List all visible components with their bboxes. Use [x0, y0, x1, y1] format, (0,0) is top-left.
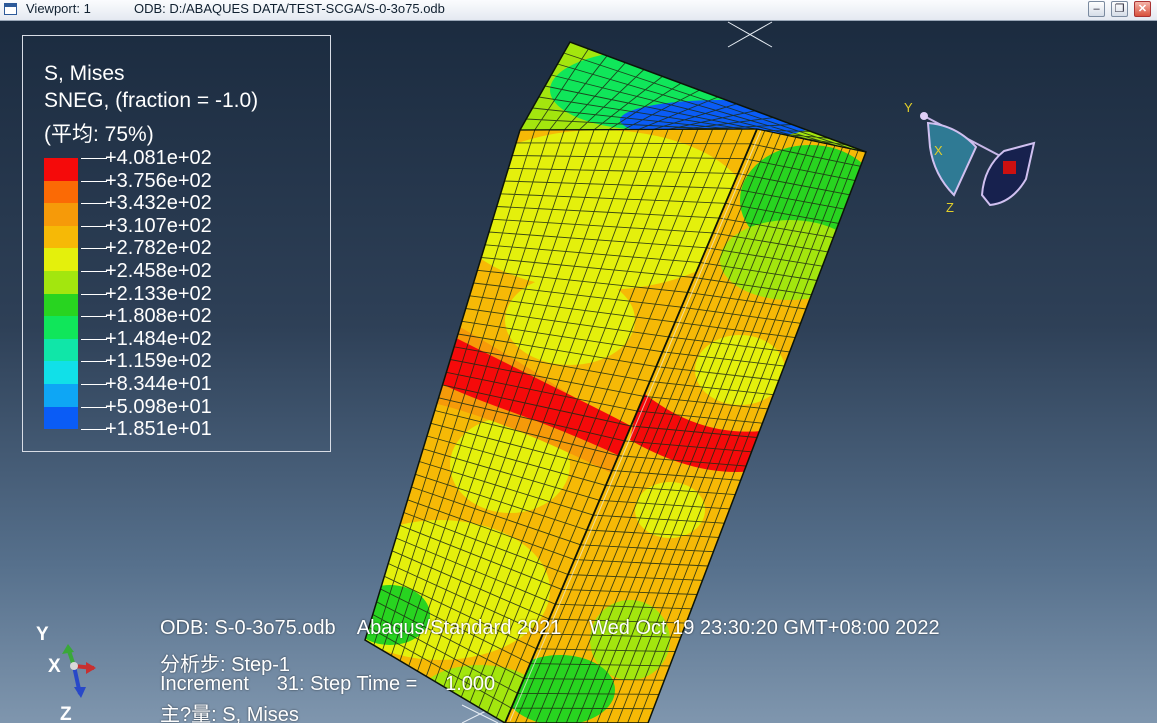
- view-cube-y-label: Y: [904, 100, 913, 115]
- legend-swatch: [44, 248, 78, 271]
- legend-tick: [81, 429, 107, 431]
- legend-average-line: (平均: 75%): [44, 123, 154, 146]
- legend-swatch: [44, 271, 78, 294]
- primary-variable-line: 主?量: S, Mises: [160, 704, 299, 723]
- triad-x-label: X: [48, 656, 61, 677]
- increment-info-line: Increment 31: Step Time = 1.000: [160, 673, 496, 695]
- legend-swatch: [44, 225, 78, 249]
- legend-tick: [81, 316, 107, 318]
- legend-tick: [81, 180, 107, 182]
- legend-title: S, Mises: [44, 62, 125, 85]
- legend-tick: [81, 406, 107, 408]
- triad-y-label: Y: [36, 624, 49, 645]
- legend-tick: [81, 293, 107, 295]
- legend-swatch: [44, 384, 78, 407]
- triad-z-label: Z: [60, 704, 72, 723]
- legend-value: +3.756e+02: [105, 169, 212, 192]
- legend-tick: [81, 203, 107, 205]
- contour-legend: S, Mises SNEG, (fraction = -1.0) (平均: 75…: [22, 35, 331, 452]
- legend-swatch: [44, 203, 78, 226]
- legend-tick: [81, 225, 107, 227]
- legend-tick: [81, 361, 107, 363]
- view-cube-z-label: Z: [946, 200, 954, 215]
- legend-swatch: [44, 293, 78, 317]
- legend-value: +1.484e+02: [105, 327, 212, 350]
- view-cube-x-label: X: [934, 143, 943, 158]
- view-cube-icon[interactable]: [900, 95, 1050, 220]
- legend-value: +2.782e+02: [105, 237, 212, 260]
- legend-value: +2.458e+02: [105, 260, 212, 282]
- legend-value: +5.098e+01: [105, 395, 212, 418]
- legend-tick: [81, 384, 107, 385]
- legend-swatch: [44, 180, 78, 204]
- legend-sneg-line: SNEG, (fraction = -1.0): [44, 89, 259, 112]
- legend-swatch: [44, 406, 78, 430]
- legend-swatch: [44, 338, 78, 362]
- legend-swatch: [44, 316, 78, 339]
- legend-value: +3.432e+02: [105, 192, 212, 215]
- legend-value: +1.808e+02: [105, 305, 212, 328]
- legend-value: +8.344e+01: [105, 373, 212, 395]
- legend-tick: [81, 158, 107, 159]
- legend-tick: [81, 271, 107, 272]
- odb-info-line: ODB: S-0-3o75.odb Abaqus/Standard 2021 W…: [160, 617, 940, 639]
- legend-swatch: [44, 361, 78, 384]
- legend-value: +3.107e+02: [105, 214, 212, 237]
- legend-tick: [81, 338, 107, 340]
- abaqus-viewport[interactable]: Viewport: 1 ODB: D:/ABAQUES DATA/TEST-SC…: [0, 0, 1157, 723]
- coordinate-triad-icon: [62, 644, 96, 698]
- legend-swatch: [44, 158, 78, 181]
- legend-value: +2.133e+02: [105, 282, 212, 305]
- legend-value: +1.159e+02: [105, 350, 212, 373]
- legend-tick: [81, 248, 107, 250]
- legend-value: +4.081e+02: [105, 147, 212, 169]
- legend-value: +1.851e+01: [105, 418, 212, 441]
